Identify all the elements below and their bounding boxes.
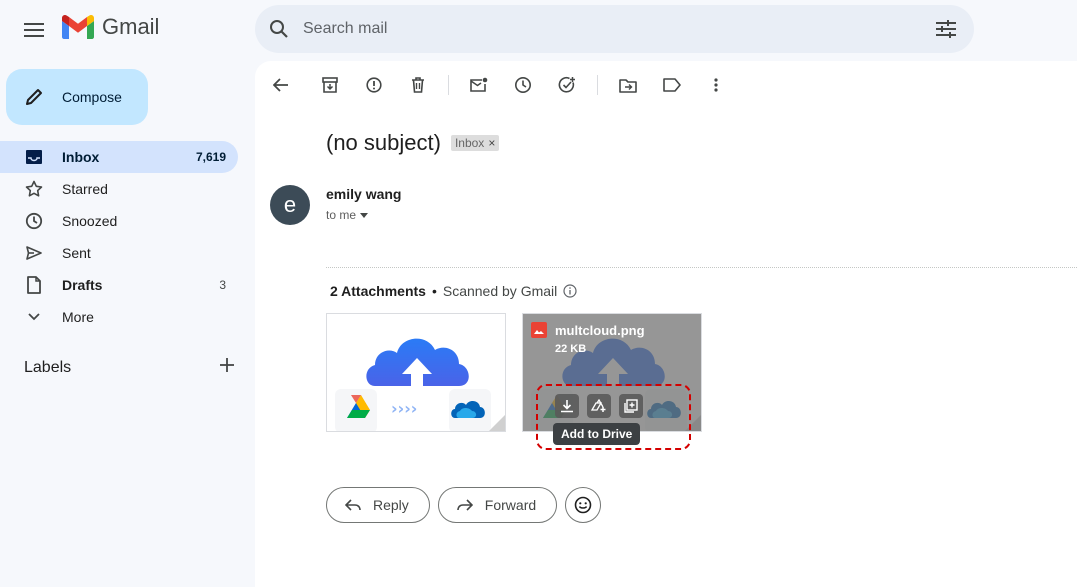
sidebar-item-label: Drafts [62, 277, 103, 293]
labels-section-header: Labels [24, 358, 234, 377]
back-icon[interactable] [265, 69, 297, 101]
snooze-icon[interactable] [507, 69, 539, 101]
pencil-icon [26, 89, 42, 105]
sidebar-nav: Inbox 7,619 Starred Snoozed Sent Drafts … [0, 141, 238, 333]
send-icon [24, 245, 44, 261]
separator-dot: • [431, 283, 437, 299]
info-icon[interactable] [563, 284, 577, 298]
toolbar-divider [448, 75, 449, 95]
archive-icon[interactable] [314, 69, 346, 101]
hamburger-icon [24, 23, 44, 37]
recipient-details[interactable]: to me [326, 208, 369, 222]
sidebar-item-label: Snoozed [62, 213, 118, 229]
main-menu-button[interactable] [20, 16, 48, 44]
inbox-count: 7,619 [195, 150, 226, 164]
attachment-filename-text: multcloud.png [555, 322, 645, 338]
search-input[interactable] [303, 20, 918, 38]
message-subject-row: (no subject) Inbox × [326, 130, 500, 156]
sidebar-item-more[interactable]: More [0, 301, 238, 333]
toolbar-divider [597, 75, 598, 95]
scanned-by-gmail: Scanned by Gmail [442, 283, 558, 299]
svg-text:››››: ›››› [391, 399, 417, 418]
forward-label: Forward [484, 497, 537, 513]
image-file-icon [531, 322, 547, 338]
clock-icon [24, 212, 44, 230]
drafts-count: 3 [219, 278, 226, 292]
chevron-down-icon [24, 312, 44, 322]
message-subject: (no subject) [326, 130, 441, 155]
multcloud-preview-image: ›››› [335, 338, 505, 431]
recipient-line: to me [326, 208, 357, 222]
gmail-m-icon [62, 15, 94, 39]
reply-button[interactable]: Reply [326, 487, 430, 523]
gmail-logo[interactable]: Gmail [62, 14, 159, 40]
attachment-filename: multcloud.png [531, 322, 645, 338]
sender-avatar[interactable]: e [270, 185, 310, 225]
attachments-divider [326, 267, 1077, 268]
sidebar-item-starred[interactable]: Starred [0, 173, 238, 205]
sender-name[interactable]: emily wang [326, 186, 401, 202]
remove-label-icon[interactable]: × [488, 136, 495, 150]
search-icon[interactable] [255, 19, 303, 39]
emoji-reaction-button[interactable] [565, 487, 602, 523]
add-label-icon[interactable] [220, 358, 234, 377]
sidebar-item-snoozed[interactable]: Snoozed [0, 205, 238, 237]
draft-icon [24, 276, 44, 294]
inbox-icon [24, 150, 44, 164]
sidebar-item-label: Sent [62, 245, 91, 261]
move-to-icon[interactable] [612, 69, 644, 101]
reply-actions: Reply Forward [326, 487, 602, 523]
reply-icon [345, 499, 361, 511]
message-view: (no subject) Inbox × e emily wang to me … [255, 61, 1077, 587]
delete-icon[interactable] [402, 69, 434, 101]
label-chip-text: Inbox [454, 136, 485, 150]
sidebar-item-sent[interactable]: Sent [0, 237, 238, 269]
more-vert-icon[interactable] [700, 69, 732, 101]
sidebar-item-label: Inbox [62, 149, 100, 165]
forward-button[interactable]: Forward [437, 487, 558, 523]
sidebar-item-drafts[interactable]: Drafts 3 [0, 269, 238, 301]
sidebar-item-label: Starred [62, 181, 108, 197]
add-task-icon[interactable] [551, 69, 583, 101]
sidebar-item-inbox[interactable]: Inbox 7,619 [0, 141, 238, 173]
caret-down-icon [360, 212, 369, 218]
add-to-drive-tooltip: Add to Drive [553, 423, 641, 445]
app-name: Gmail [102, 14, 160, 39]
forward-icon [456, 499, 473, 511]
attachment-filesize: 22 KB [555, 343, 587, 355]
labels-heading: Labels [24, 358, 72, 376]
compose-label: Compose [62, 89, 122, 105]
star-icon [24, 180, 44, 198]
search-bar[interactable] [255, 5, 974, 53]
report-spam-icon[interactable] [358, 69, 390, 101]
reply-label: Reply [373, 497, 409, 513]
message-toolbar [265, 69, 744, 101]
attachments-count: 2 Attachments [330, 283, 426, 299]
label-icon[interactable] [656, 69, 688, 101]
compose-button[interactable]: Compose [6, 69, 148, 125]
smiley-icon [574, 496, 592, 514]
mark-unread-icon[interactable] [463, 69, 495, 101]
attachments-header: 2 Attachments • Scanned by Gmail [330, 283, 577, 299]
label-chip: Inbox × [450, 135, 500, 151]
attachment-thumbnail[interactable]: ›››› [326, 313, 506, 432]
sidebar-item-label: More [62, 309, 94, 325]
search-options-icon[interactable] [918, 20, 974, 38]
